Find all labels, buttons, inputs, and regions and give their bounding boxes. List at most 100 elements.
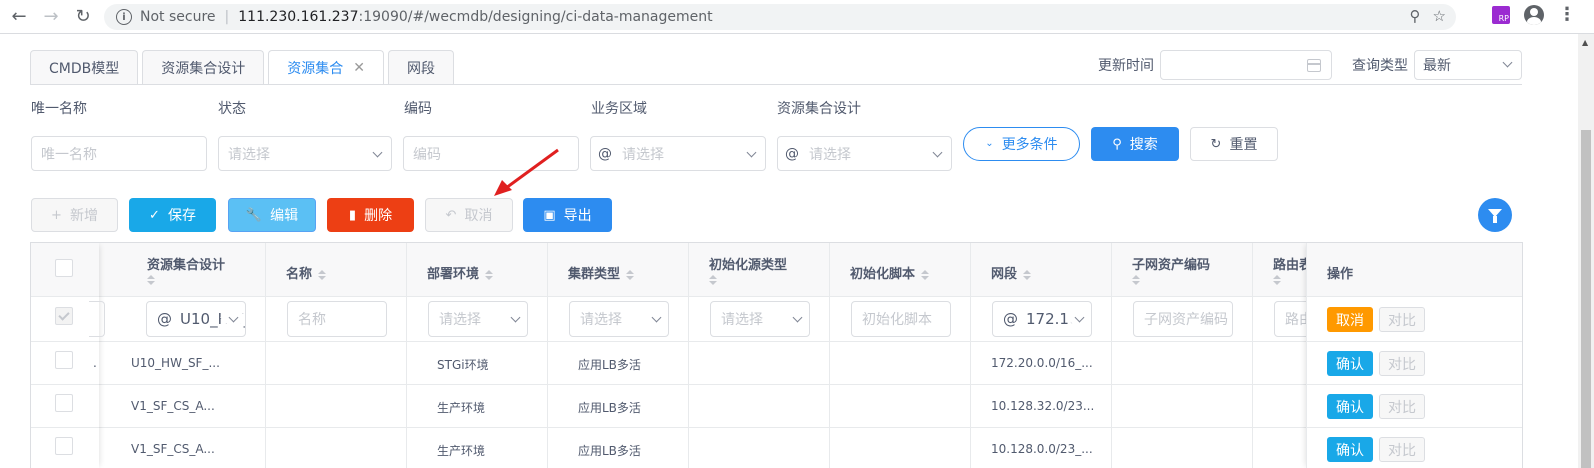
env-select[interactable]: 请选择 bbox=[428, 301, 528, 337]
cell-cluster: 应用LB多活 bbox=[548, 342, 689, 384]
sort-icon[interactable] bbox=[147, 275, 155, 285]
row-compare-button[interactable]: 对比 bbox=[1379, 307, 1425, 332]
bookmark-star-icon[interactable]: ☆ bbox=[1433, 7, 1446, 25]
zoom-icon[interactable]: ⚲ bbox=[1410, 7, 1421, 25]
placeholder: 名称 bbox=[298, 312, 326, 328]
column-header-init-src-type[interactable]: 初始化源类型 bbox=[689, 243, 830, 297]
close-icon[interactable]: ✕ bbox=[353, 60, 365, 76]
address-bar[interactable]: i Not secure | 111.230.161.237:19090/#/w… bbox=[104, 4, 1456, 30]
sort-icon[interactable] bbox=[1023, 269, 1032, 280]
export-button[interactable]: ▣ 导出 bbox=[523, 198, 612, 232]
forward-icon[interactable]: → bbox=[38, 4, 64, 30]
design-select[interactable]: @U10_HW_SF bbox=[146, 301, 246, 337]
row-checkbox[interactable] bbox=[55, 394, 73, 412]
column-header-env[interactable]: 部署环境 bbox=[407, 243, 548, 297]
wrench-icon: 🔧 bbox=[245, 207, 263, 223]
row-compare-button[interactable]: 对比 bbox=[1379, 351, 1425, 376]
back-icon[interactable]: ← bbox=[6, 4, 32, 30]
sort-icon[interactable] bbox=[626, 269, 635, 280]
placeholder: 请选择 bbox=[439, 312, 481, 328]
subnet-input[interactable]: 子网资产编码 bbox=[1133, 301, 1233, 337]
biz-area-select[interactable]: @ 请选择 bbox=[590, 136, 766, 171]
segment-text: 10.128.0.0/23_... bbox=[991, 442, 1093, 456]
scroll-up-icon[interactable]: ▲ bbox=[1582, 38, 1588, 47]
row-checkbox[interactable] bbox=[55, 307, 73, 325]
table-row[interactable]: V1_SF_CS_A... 生产环境 应用LB多活 10.128.0.0/23_… bbox=[31, 428, 1522, 468]
column-header-segment[interactable]: 网段 bbox=[971, 243, 1112, 297]
init-src-select[interactable]: 请选择 bbox=[710, 301, 810, 337]
cluster-select[interactable]: 请选择 bbox=[569, 301, 669, 337]
reload-icon[interactable]: ↻ bbox=[70, 4, 96, 30]
placeholder: 请选择 bbox=[721, 312, 763, 328]
design-select[interactable]: @ 请选择 bbox=[777, 136, 952, 171]
row-confirm-button[interactable]: 确认 bbox=[1327, 437, 1373, 462]
cell-init-src bbox=[689, 385, 830, 427]
cell-init-script bbox=[830, 342, 971, 384]
table-row[interactable]: V1_SF_CS_A... 生产环境 应用LB多活 10.128.32.0/23… bbox=[31, 385, 1522, 428]
column-header-design[interactable]: 资源集合设计 bbox=[99, 243, 266, 297]
chevron-down-icon bbox=[746, 147, 757, 158]
column-header-cluster[interactable]: 集群类型 bbox=[548, 243, 689, 297]
design-text: V1_SF_CS_A... bbox=[131, 399, 215, 413]
sort-icon[interactable] bbox=[318, 269, 327, 280]
query-type-select[interactable]: 最新 bbox=[1414, 50, 1522, 80]
url-text[interactable]: 111.230.161.237:19090/#/wecmdb/designing… bbox=[238, 9, 712, 25]
edit-button[interactable]: 🔧 编辑 bbox=[228, 198, 316, 232]
row-cancel-button[interactable]: 取消 bbox=[1327, 307, 1373, 332]
unique-name-input[interactable]: 唯一名称 bbox=[31, 136, 207, 171]
cancel-button[interactable]: ↶ 取消 bbox=[425, 198, 513, 232]
tab-network-segment[interactable]: 网段 bbox=[387, 50, 454, 84]
edit-label: 编辑 bbox=[270, 208, 299, 224]
cell-env: 请选择 bbox=[407, 297, 548, 341]
trash-icon: ▮ bbox=[348, 207, 357, 223]
table-row-editing: @U10_HW_SF 名称 请选择 请选择 请选择 初始化脚本 @172.16 … bbox=[31, 297, 1522, 342]
table-row[interactable]: U10_HW_SF_... STGi环境 应用LB多活 172.20.0.0/1… bbox=[31, 342, 1522, 385]
cell-init-src bbox=[689, 342, 830, 384]
segment-select[interactable]: @172.16 bbox=[992, 301, 1092, 337]
row-compare-button[interactable]: 对比 bbox=[1379, 394, 1425, 419]
undo-icon: ↶ bbox=[445, 207, 457, 223]
row-compare-button[interactable]: 对比 bbox=[1379, 437, 1425, 462]
placeholder: 请选择 bbox=[228, 146, 270, 163]
scrollbar-thumb[interactable] bbox=[1581, 130, 1591, 468]
sort-icon[interactable] bbox=[1273, 275, 1281, 285]
tab-cmdb-model[interactable]: CMDB模型 bbox=[30, 50, 139, 84]
save-button[interactable]: ✓ 保存 bbox=[129, 198, 216, 232]
row-checkbox[interactable] bbox=[55, 437, 73, 455]
info-icon[interactable]: i bbox=[116, 9, 132, 25]
header-checkbox-cell bbox=[31, 243, 99, 297]
column-header-subnet-code[interactable]: 子网资产编码 bbox=[1112, 243, 1253, 297]
column-header-init-script[interactable]: 初始化脚本 bbox=[830, 243, 971, 297]
funnel-icon bbox=[1488, 209, 1502, 223]
filter-label-biz-area: 业务区域 bbox=[591, 101, 647, 117]
chevron-down-icon bbox=[651, 312, 662, 323]
row-confirm-button[interactable]: 确认 bbox=[1327, 351, 1373, 376]
profile-avatar-icon[interactable] bbox=[1524, 5, 1544, 25]
status-select[interactable]: 请选择 bbox=[218, 136, 392, 171]
menu-kebab-icon[interactable]: ⋮ bbox=[1558, 6, 1576, 24]
init-script-input[interactable]: 初始化脚本 bbox=[851, 301, 951, 337]
search-button[interactable]: ⚲ 搜索 bbox=[1091, 127, 1179, 161]
sort-icon[interactable] bbox=[921, 269, 930, 280]
delete-button[interactable]: ▮ 删除 bbox=[327, 198, 414, 232]
tab-resource-set[interactable]: 资源集合 ✕ bbox=[268, 50, 384, 85]
filter-columns-button[interactable] bbox=[1478, 198, 1512, 232]
page-scrollbar[interactable]: ▲ bbox=[1578, 34, 1594, 468]
edit-row-checkbox-cell bbox=[31, 297, 105, 342]
tab-resource-set-design[interactable]: 资源集合设计 bbox=[142, 50, 265, 84]
extension-icon[interactable]: RP bbox=[1492, 6, 1510, 24]
more-conditions-button[interactable]: ⌄ 更多条件 bbox=[963, 127, 1080, 161]
sort-icon[interactable] bbox=[709, 275, 717, 285]
update-time-picker[interactable] bbox=[1160, 50, 1332, 80]
add-button[interactable]: + 新增 bbox=[31, 198, 118, 232]
placeholder: 编码 bbox=[413, 146, 441, 163]
sort-icon[interactable] bbox=[1132, 275, 1140, 285]
select-all-checkbox[interactable] bbox=[55, 259, 73, 277]
reset-button[interactable]: ↻ 重置 bbox=[1190, 127, 1278, 161]
sort-icon[interactable] bbox=[485, 269, 494, 280]
column-header-name[interactable]: 名称 bbox=[266, 243, 407, 297]
row-checkbox[interactable] bbox=[55, 351, 73, 369]
env-text: 生产环境 bbox=[437, 444, 486, 458]
name-input[interactable]: 名称 bbox=[287, 301, 387, 337]
row-confirm-button[interactable]: 确认 bbox=[1327, 394, 1373, 419]
